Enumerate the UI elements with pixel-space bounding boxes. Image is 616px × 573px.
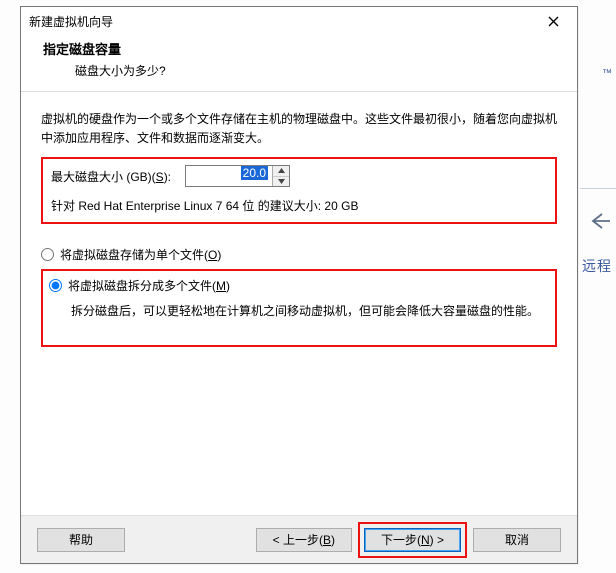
radio-single-file-label: 将虚拟磁盘存储为单个文件(O): [60, 246, 221, 263]
window-title: 新建虚拟机向导: [29, 13, 113, 30]
radio-single-file[interactable]: 将虚拟磁盘存储为单个文件(O): [41, 246, 557, 263]
background-label: 远程: [582, 256, 612, 276]
disk-size-input[interactable]: 20.0: [186, 166, 272, 186]
cancel-button[interactable]: 取消: [473, 528, 561, 552]
spinner-up[interactable]: [273, 166, 289, 177]
page-subtitle: 磁盘大小为多少?: [43, 62, 555, 79]
close-button[interactable]: [535, 11, 571, 31]
wizard-header: 指定磁盘容量 磁盘大小为多少?: [21, 35, 577, 92]
chevron-down-icon: [278, 179, 285, 184]
radio-single-file-input[interactable]: [41, 248, 54, 261]
disk-size-value: 20.0: [241, 166, 268, 180]
next-button-highlight: 下一步(N) >: [358, 522, 467, 558]
split-files-section: 将虚拟磁盘拆分成多个文件(M) 拆分磁盘后，可以更轻松地在计算机之间移动虚拟机，…: [41, 269, 557, 347]
radio-split-files[interactable]: 将虚拟磁盘拆分成多个文件(M): [49, 277, 549, 294]
wizard-footer: 帮助 < 上一步(B) 下一步(N) > 取消: [21, 515, 577, 563]
back-arrow-icon: [590, 212, 610, 233]
intro-text: 虚拟机的硬盘作为一个或多个文件存储在主机的物理磁盘中。这些文件最初很小，随着您向…: [41, 110, 557, 147]
disk-size-row: 最大磁盘大小 (GB)(S): 20.0: [51, 165, 547, 187]
help-button[interactable]: 帮助: [37, 528, 125, 552]
wizard-body: 虚拟机的硬盘作为一个或多个文件存储在主机的物理磁盘中。这些文件最初很小，随着您向…: [21, 92, 577, 532]
wizard-dialog: 新建虚拟机向导 指定磁盘容量 磁盘大小为多少? 虚拟机的硬盘作为一个或多个文件存…: [20, 6, 578, 564]
page-title: 指定磁盘容量: [43, 39, 555, 58]
spinner-down[interactable]: [273, 177, 289, 187]
close-icon: [548, 16, 559, 27]
back-button[interactable]: < 上一步(B): [256, 528, 352, 552]
background-divider: [580, 188, 616, 189]
spinner-buttons: [272, 166, 289, 186]
split-files-description: 拆分磁盘后，可以更轻松地在计算机之间移动虚拟机，但可能会降低大容量磁盘的性能。: [49, 300, 549, 321]
disk-size-label: 最大磁盘大小 (GB)(S):: [51, 168, 171, 185]
radio-split-files-input[interactable]: [49, 279, 62, 292]
next-button[interactable]: 下一步(N) >: [364, 528, 461, 552]
disk-size-section: 最大磁盘大小 (GB)(S): 20.0 针: [41, 157, 557, 224]
chevron-up-icon: [278, 168, 285, 173]
radio-split-files-label: 将虚拟磁盘拆分成多个文件(M): [68, 277, 230, 294]
background-partial-ui: ™ 远程: [580, 0, 616, 573]
titlebar: 新建虚拟机向导: [21, 7, 577, 35]
trademark-symbol: ™: [602, 68, 612, 79]
disk-size-spinner[interactable]: 20.0: [185, 165, 290, 187]
recommended-size-text: 针对 Red Hat Enterprise Linux 7 64 位 的建议大小…: [51, 197, 547, 214]
